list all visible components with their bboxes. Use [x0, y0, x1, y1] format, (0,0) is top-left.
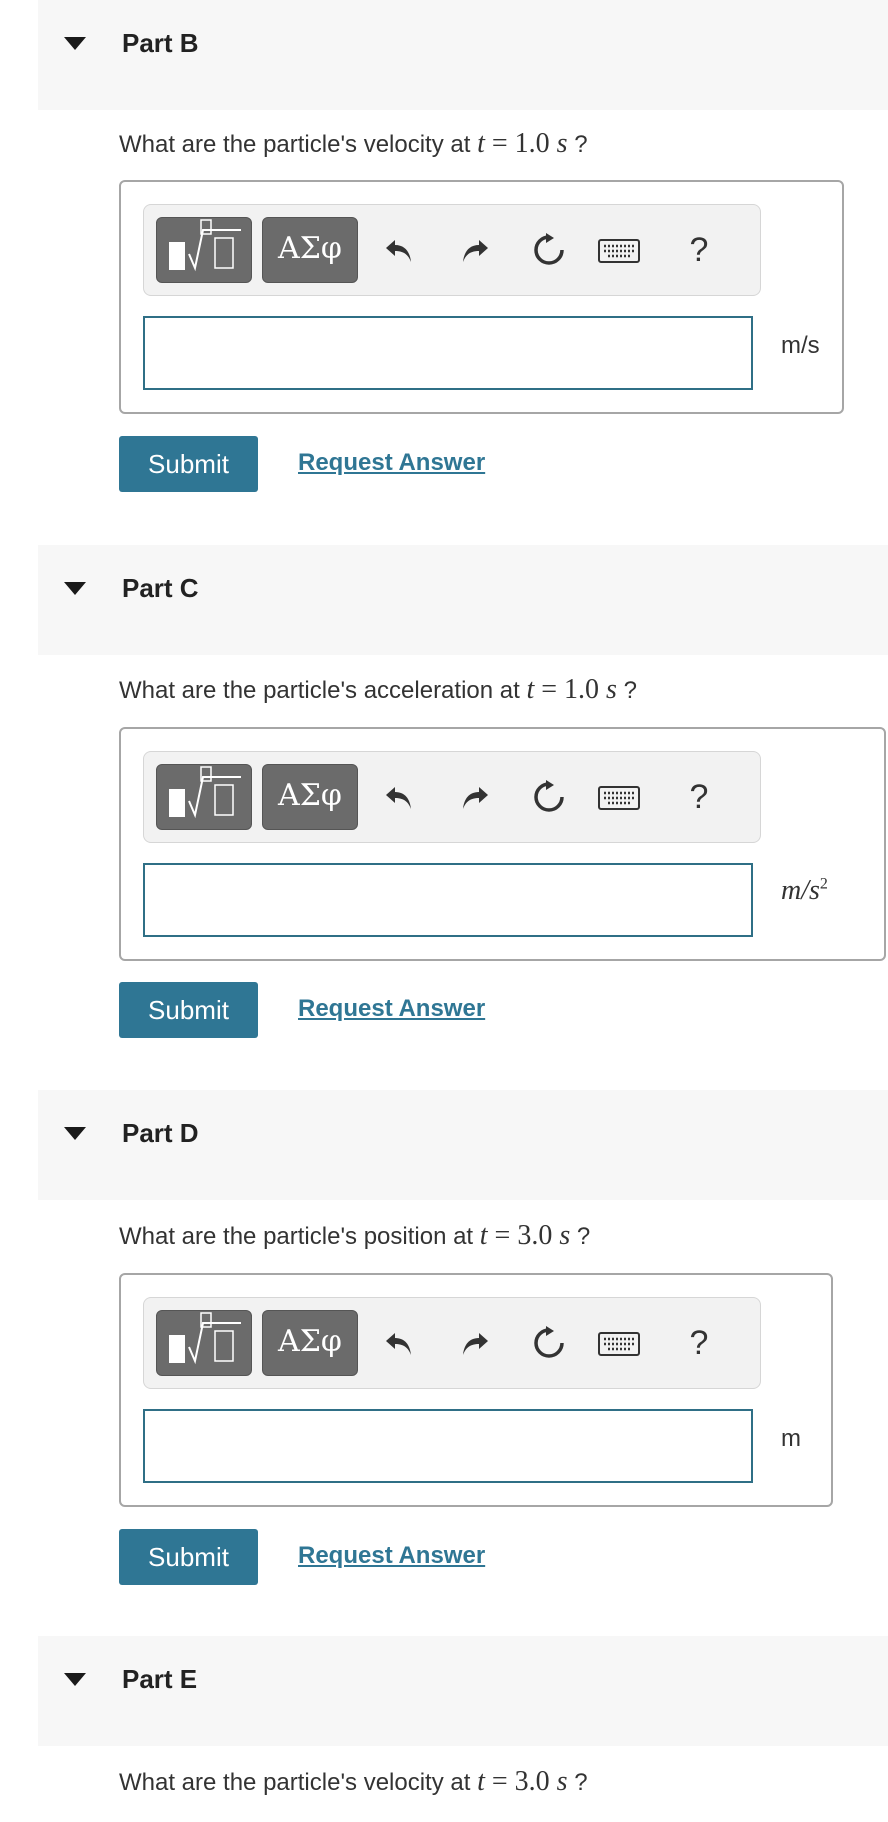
part-title: Part C: [122, 573, 199, 603]
answer-box: ΑΣφ ? m/s: [119, 180, 844, 414]
math-toolbar: ΑΣφ ?: [143, 1297, 761, 1389]
part-title: Part E: [122, 1664, 198, 1694]
question-prefix: What are the particle's acceleration at: [119, 677, 527, 704]
question-text: What are the particle's acceleration at …: [119, 674, 637, 706]
templates-button[interactable]: [156, 764, 252, 830]
question-prefix: What are the particle's position at: [119, 1223, 480, 1250]
help-icon[interactable]: ?: [674, 764, 724, 830]
templates-button[interactable]: [156, 1310, 252, 1376]
part-title: Part D: [122, 1118, 199, 1148]
templates-button[interactable]: [156, 217, 252, 283]
math-toolbar: ΑΣφ ?: [143, 204, 761, 296]
redo-icon[interactable]: [450, 1310, 500, 1376]
answer-input[interactable]: [143, 863, 753, 937]
templates-icon: [169, 766, 241, 819]
math-toolbar: ΑΣφ ?: [143, 751, 761, 843]
undo-icon[interactable]: [374, 217, 424, 283]
undo-icon[interactable]: [374, 1310, 424, 1376]
redo-icon[interactable]: [450, 764, 500, 830]
answer-input[interactable]: [143, 1409, 753, 1483]
help-icon[interactable]: ?: [674, 217, 724, 283]
question-math: t = 3.0 s: [479, 1220, 571, 1251]
greek-symbols-button[interactable]: ΑΣφ: [262, 764, 358, 830]
request-answer-link[interactable]: Request Answer: [298, 1542, 485, 1570]
part-e-header[interactable]: Part E: [38, 1636, 888, 1746]
reset-icon[interactable]: [524, 1310, 574, 1376]
part-d-header[interactable]: Part D: [38, 1090, 888, 1200]
greek-symbols-button[interactable]: ΑΣφ: [262, 217, 358, 283]
reset-icon[interactable]: [524, 764, 574, 830]
question-math: t = 1.0 s: [526, 674, 617, 705]
request-answer-link[interactable]: Request Answer: [298, 995, 485, 1023]
submit-button[interactable]: Submit: [119, 982, 258, 1038]
question-text: What are the particle's velocity at t = …: [119, 1766, 588, 1798]
question-prefix: What are the particle's velocity at: [119, 1769, 478, 1796]
part-title: Part B: [122, 28, 199, 58]
request-answer-link[interactable]: Request Answer: [298, 449, 485, 477]
keyboard-icon[interactable]: [594, 1310, 644, 1376]
question-suffix: ?: [567, 131, 588, 158]
reset-icon[interactable]: [524, 217, 574, 283]
question-prefix: What are the particle's velocity at: [119, 131, 478, 158]
help-icon[interactable]: ?: [674, 1310, 724, 1376]
unit-label: m/s: [781, 332, 820, 359]
answer-box: ΑΣφ ? m/s2: [119, 727, 886, 961]
part-b-header[interactable]: Part B: [38, 0, 888, 110]
question-math: t = 1.0 s: [477, 128, 568, 159]
submit-button[interactable]: Submit: [119, 436, 258, 492]
unit-label: m: [781, 1425, 801, 1452]
keyboard-icon[interactable]: [594, 217, 644, 283]
question-suffix: ?: [567, 1769, 588, 1796]
redo-icon[interactable]: [450, 217, 500, 283]
templates-icon: [169, 1312, 241, 1365]
question-math: t = 3.0 s: [477, 1766, 568, 1797]
answer-box: ΑΣφ ? m: [119, 1273, 833, 1507]
question-suffix: ?: [570, 1223, 591, 1250]
caret-down-icon[interactable]: [64, 1127, 86, 1140]
undo-icon[interactable]: [374, 764, 424, 830]
submit-button[interactable]: Submit: [119, 1529, 258, 1585]
caret-down-icon[interactable]: [64, 1673, 86, 1686]
answer-input[interactable]: [143, 316, 753, 390]
caret-down-icon[interactable]: [64, 582, 86, 595]
greek-symbols-button[interactable]: ΑΣφ: [262, 1310, 358, 1376]
question-text: What are the particle's velocity at t = …: [119, 128, 588, 160]
part-c-header[interactable]: Part C: [38, 545, 888, 655]
keyboard-icon[interactable]: [594, 764, 644, 830]
unit-label: m/s2: [781, 875, 828, 906]
question-suffix: ?: [616, 677, 637, 704]
templates-icon: [169, 219, 241, 272]
caret-down-icon[interactable]: [64, 37, 86, 50]
question-text: What are the particle's position at t = …: [119, 1220, 590, 1252]
